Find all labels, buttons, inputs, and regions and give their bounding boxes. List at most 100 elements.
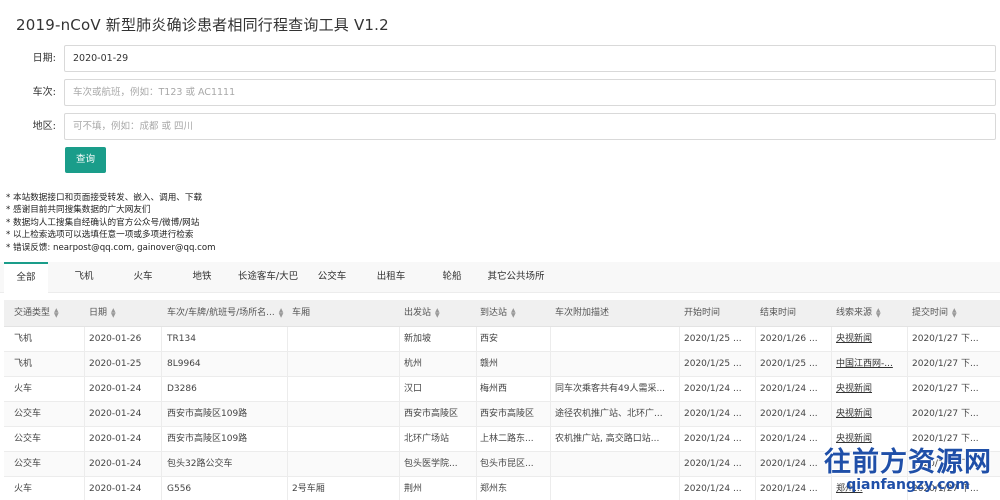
notes-list: * 本站数据接口和页面接受转发、嵌入、调用、下载 * 感谢目前共同搜集数据的广大…: [6, 192, 216, 254]
sort-icon[interactable]: ▲ ▼: [511, 307, 516, 318]
column-divider: [550, 377, 551, 402]
column-divider: [161, 452, 162, 477]
table-cell: 2020/1/24 ...: [760, 409, 818, 419]
table-cell: G556: [167, 484, 192, 494]
column-divider: [161, 327, 162, 352]
table-cell: TR134: [167, 334, 196, 344]
table-cell: 新加坡: [404, 334, 432, 344]
column-divider: [84, 452, 85, 477]
column-divider: [399, 352, 400, 377]
tab-coach[interactable]: 长途客车/大巴: [232, 262, 304, 293]
tab-all[interactable]: 全部: [4, 262, 48, 293]
table-cell: 2020/1/25 ...: [684, 359, 742, 369]
tab-plane[interactable]: 飞机: [62, 262, 106, 293]
tab-taxi[interactable]: 出租车: [369, 262, 413, 293]
column-header[interactable]: 日期 ▲ ▼: [89, 300, 159, 327]
date-input[interactable]: 2020-01-29: [64, 45, 996, 72]
column-divider: [679, 452, 680, 477]
column-header[interactable]: 交通类型 ▲ ▼: [14, 300, 84, 327]
column-header[interactable]: 线索来源 ▲ ▼: [836, 300, 906, 327]
tab-metro[interactable]: 地铁: [180, 262, 224, 293]
table-cell: 赣州: [480, 359, 499, 369]
table-cell: 农机推广站, 高交路口站...: [555, 434, 660, 444]
date-label: 日期:: [32, 53, 56, 64]
column-divider: [84, 402, 85, 427]
table-cell: 西安市高陵区109路: [167, 434, 248, 444]
table-cell: 梅州西: [480, 384, 508, 394]
table-cell: 2020/1/26 ...: [760, 334, 818, 344]
column-header: 结束时间: [760, 308, 797, 318]
table-cell: 2020/1/27 下...: [912, 384, 979, 394]
note-item: * 感谢目前共同搜集数据的广大网友们: [6, 205, 151, 216]
search-button[interactable]: 查询: [65, 147, 106, 173]
sort-icon[interactable]: ▲ ▼: [279, 307, 284, 318]
table-cell: 2020/1/24 ...: [760, 484, 818, 494]
table-cell: 西安市高陵区109路: [167, 409, 248, 419]
source-link[interactable]: 央视新闻: [836, 377, 908, 402]
tab-ship[interactable]: 轮船: [430, 262, 474, 293]
table-cell: 2020/1/27 下...: [912, 359, 979, 369]
column-header[interactable]: 车次/车牌/航班号/场所名... ▲ ▼: [167, 300, 287, 327]
column-header[interactable]: 到达站 ▲ ▼: [480, 300, 550, 327]
column-divider: [84, 427, 85, 452]
sort-icon[interactable]: ▲ ▼: [111, 307, 116, 318]
column-divider: [476, 402, 477, 427]
table-cell: 8L9964: [167, 359, 201, 369]
column-header[interactable]: 提交时间 ▲ ▼: [912, 300, 997, 327]
column-header[interactable]: 出发站 ▲ ▼: [404, 300, 474, 327]
tab-bus[interactable]: 公交车: [310, 262, 354, 293]
sort-icon[interactable]: ▲ ▼: [54, 307, 59, 318]
watermark-title: 往前方资源网: [824, 447, 992, 478]
source-link[interactable]: 央视新闻: [836, 327, 908, 352]
column-divider: [476, 477, 477, 500]
table-cell: 火车: [14, 484, 33, 494]
train-row: 车次: 车次或航班，例如：T123 或 AC1111: [0, 78, 1000, 108]
column-divider: [84, 377, 85, 402]
table-cell: 2020-01-24: [89, 484, 142, 494]
column-divider: [399, 477, 400, 500]
watermark-url: qianfangzy.com: [846, 477, 970, 493]
column-divider: [287, 477, 288, 500]
table-cell: 2020-01-24: [89, 384, 142, 394]
source-link[interactable]: 央视新闻: [836, 402, 908, 427]
transport-tabs: 全部 飞机 火车 地铁 长途客车/大巴 公交车 出租车 轮船 其它公共场所: [0, 262, 1000, 293]
table-cell: 公交车: [14, 459, 42, 469]
sort-icon[interactable]: ▲ ▼: [876, 307, 881, 318]
source-link[interactable]: 中国江西网-...: [836, 352, 908, 377]
table-cell: 公交车: [14, 409, 42, 419]
table-cell: 上林二路东...: [480, 434, 534, 444]
column-divider: [679, 477, 680, 500]
column-divider: [84, 352, 85, 377]
table-cell: 荆州: [404, 484, 423, 494]
column-divider: [399, 452, 400, 477]
site-watermark: 往前方资源网 qianfangzy.com: [824, 440, 992, 493]
column-divider: [399, 402, 400, 427]
table-cell: [555, 327, 679, 352]
table-cell: 西安市高陵区: [404, 409, 459, 419]
column-divider: [476, 377, 477, 402]
region-input[interactable]: 可不填，例如：成都 或 四川: [64, 113, 996, 140]
column-divider: [399, 427, 400, 452]
table-row: 飞机 2020-01-26 TR134 新加坡 西安 2020/1/25 ... 2020/…: [4, 327, 1000, 352]
table-cell: 火车: [14, 384, 33, 394]
note-item: * 错误反馈: nearpost@qq.com, gainover@qq.com: [6, 242, 216, 253]
column-divider: [679, 327, 680, 352]
table-row: 公交车 2020-01-24 西安市高陵区109路 西安市高陵区 西安市高陵区 途径农机推…: [4, 402, 1000, 427]
column-divider: [161, 377, 162, 402]
column-divider: [399, 377, 400, 402]
column-divider: [550, 452, 551, 477]
table-cell: 2020/1/27 下...: [912, 409, 979, 419]
table-cell: 2020/1/24 ...: [684, 484, 742, 494]
train-input[interactable]: 车次或航班，例如：T123 或 AC1111: [64, 79, 996, 106]
train-label: 车次:: [32, 87, 56, 98]
tab-train[interactable]: 火车: [121, 262, 165, 293]
sort-icon[interactable]: ▲ ▼: [952, 307, 957, 318]
table-cell: [292, 377, 397, 402]
table-cell: 2020/1/24 ...: [760, 384, 818, 394]
date-row: 日期: 2020-01-29: [0, 44, 1000, 74]
tab-other-public[interactable]: 其它公共场所: [482, 262, 550, 293]
column-divider: [287, 377, 288, 402]
table-cell: [555, 352, 679, 377]
sort-icon[interactable]: ▲ ▼: [435, 307, 440, 318]
column-divider: [287, 352, 288, 377]
